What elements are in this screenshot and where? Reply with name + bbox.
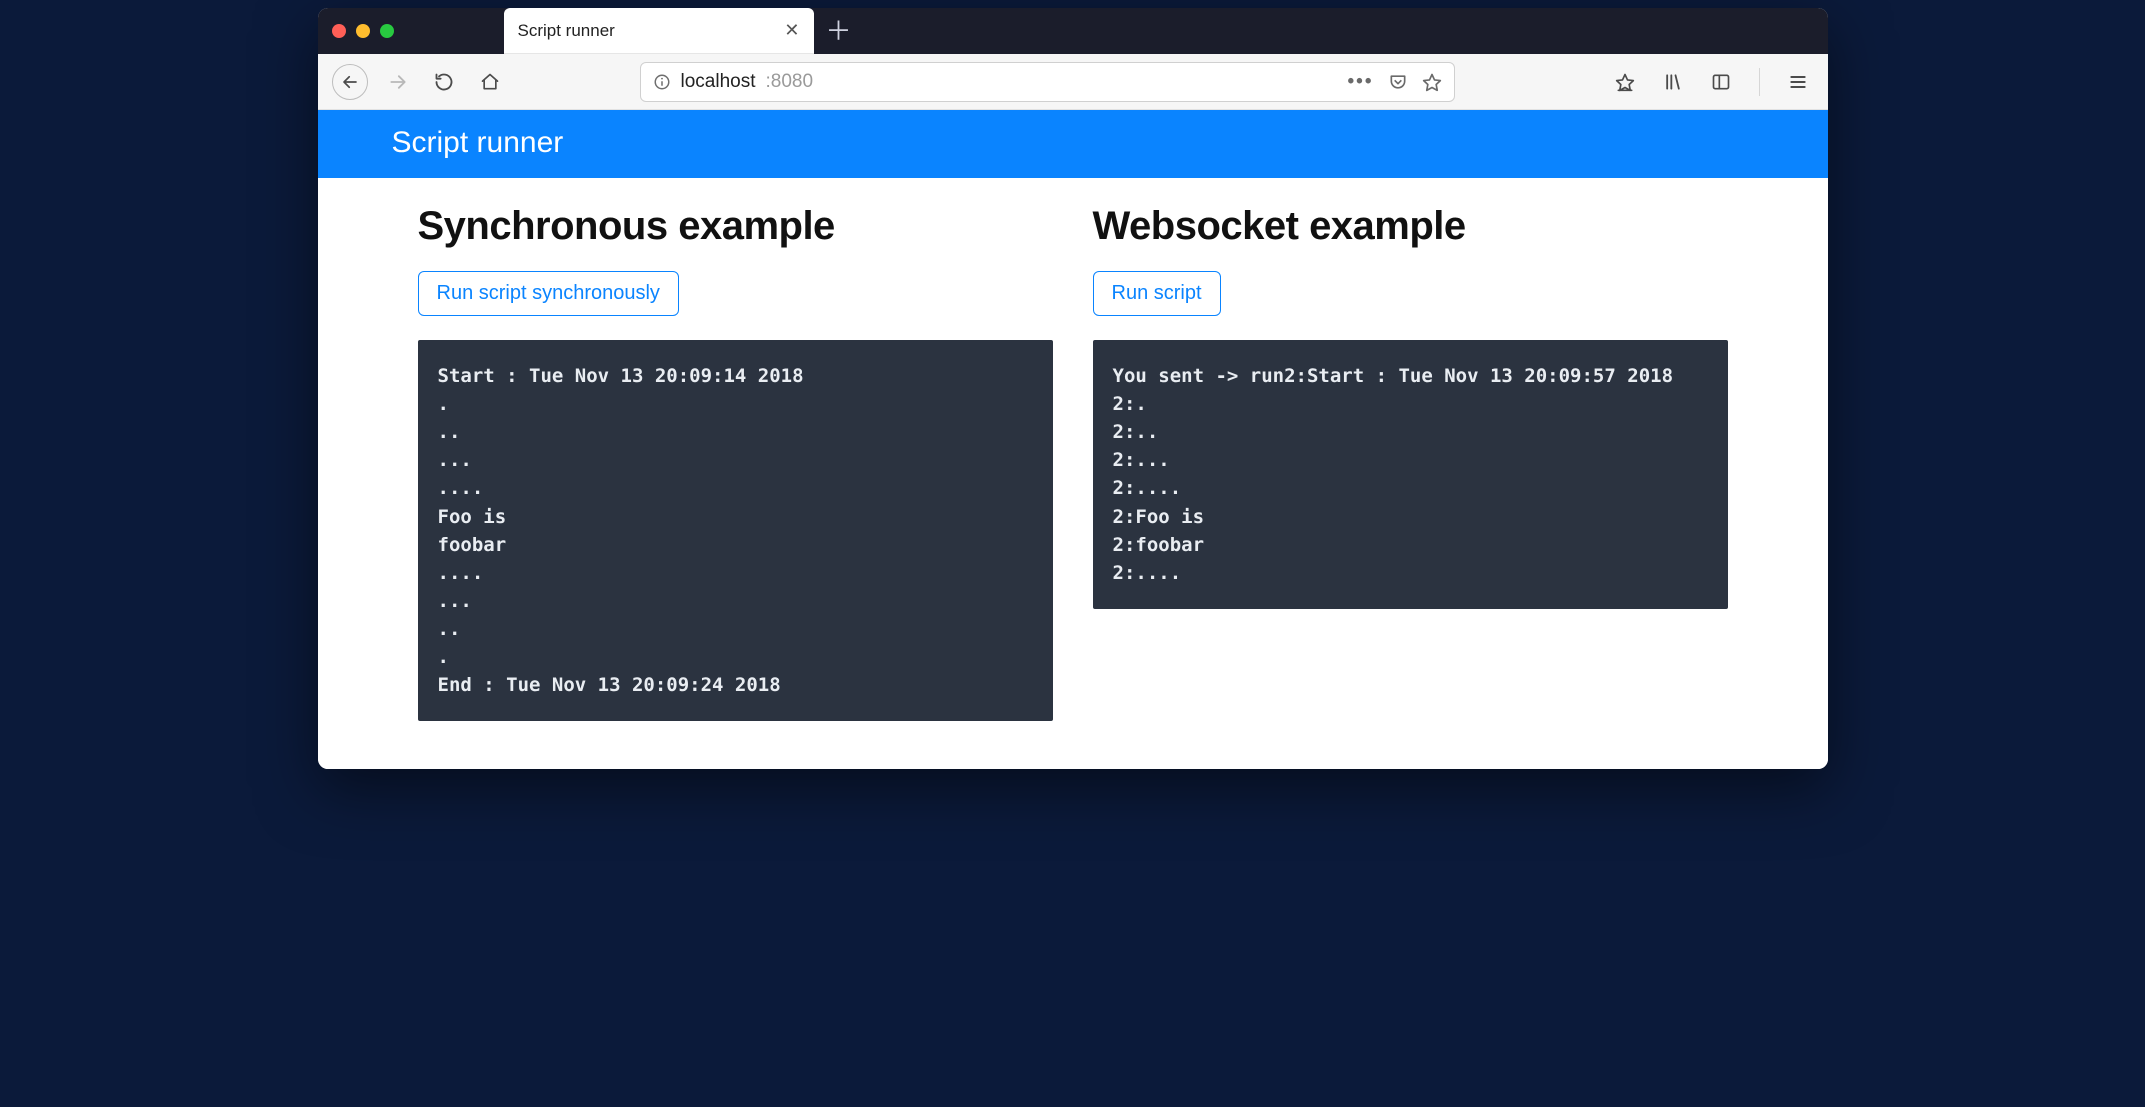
page-actions-icon[interactable]: ••• [1348, 71, 1374, 93]
toolbar-right [1609, 66, 1814, 98]
close-tab-icon[interactable]: ✕ [784, 20, 799, 41]
run-ws-button[interactable]: Run script [1093, 271, 1221, 316]
bookmark-star-icon[interactable] [1422, 72, 1442, 92]
browser-window: Script runner ✕ ＋ localhost :8080 ••• [318, 8, 1828, 769]
zoom-window-button[interactable] [380, 24, 394, 38]
pocket-icon[interactable] [1388, 72, 1408, 92]
close-window-button[interactable] [332, 24, 346, 38]
reload-icon [434, 72, 454, 92]
library-icon[interactable] [1657, 66, 1689, 98]
arrow-right-icon [388, 72, 408, 92]
url-port: :8080 [766, 71, 814, 93]
sidebar-icon[interactable] [1705, 66, 1737, 98]
sync-section: Synchronous example Run script synchrono… [418, 204, 1053, 721]
window-controls [332, 24, 394, 38]
sync-heading: Synchronous example [418, 204, 1053, 249]
ws-console: You sent -> run2:Start : Tue Nov 13 20:0… [1093, 340, 1728, 609]
page-content: Script runner Synchronous example Run sc… [318, 110, 1828, 769]
content-grid: Synchronous example Run script synchrono… [318, 178, 1828, 769]
browser-tab[interactable]: Script runner ✕ [504, 8, 814, 54]
ws-section: Websocket example Run script You sent ->… [1093, 204, 1728, 721]
back-button[interactable] [332, 64, 368, 100]
home-icon [480, 72, 500, 92]
new-tab-button[interactable]: ＋ [826, 18, 852, 44]
forward-button[interactable] [382, 66, 414, 98]
toolbar-separator [1759, 68, 1760, 96]
menu-button[interactable] [1782, 66, 1814, 98]
reload-button[interactable] [428, 66, 460, 98]
url-bar[interactable]: localhost :8080 ••• [640, 62, 1455, 102]
run-sync-button[interactable]: Run script synchronously [418, 271, 679, 316]
page-header: Script runner [318, 110, 1828, 178]
minimize-window-button[interactable] [356, 24, 370, 38]
url-host: localhost [681, 71, 756, 93]
downloads-icon[interactable] [1609, 66, 1641, 98]
titlebar: Script runner ✕ ＋ [318, 8, 1828, 54]
ws-heading: Websocket example [1093, 204, 1728, 249]
arrow-left-icon [341, 73, 359, 91]
sync-console: Start : Tue Nov 13 20:09:14 2018 . .. ..… [418, 340, 1053, 721]
browser-toolbar: localhost :8080 ••• [318, 54, 1828, 110]
tab-title: Script runner [518, 21, 615, 41]
site-info-icon[interactable] [653, 73, 671, 91]
home-button[interactable] [474, 66, 506, 98]
